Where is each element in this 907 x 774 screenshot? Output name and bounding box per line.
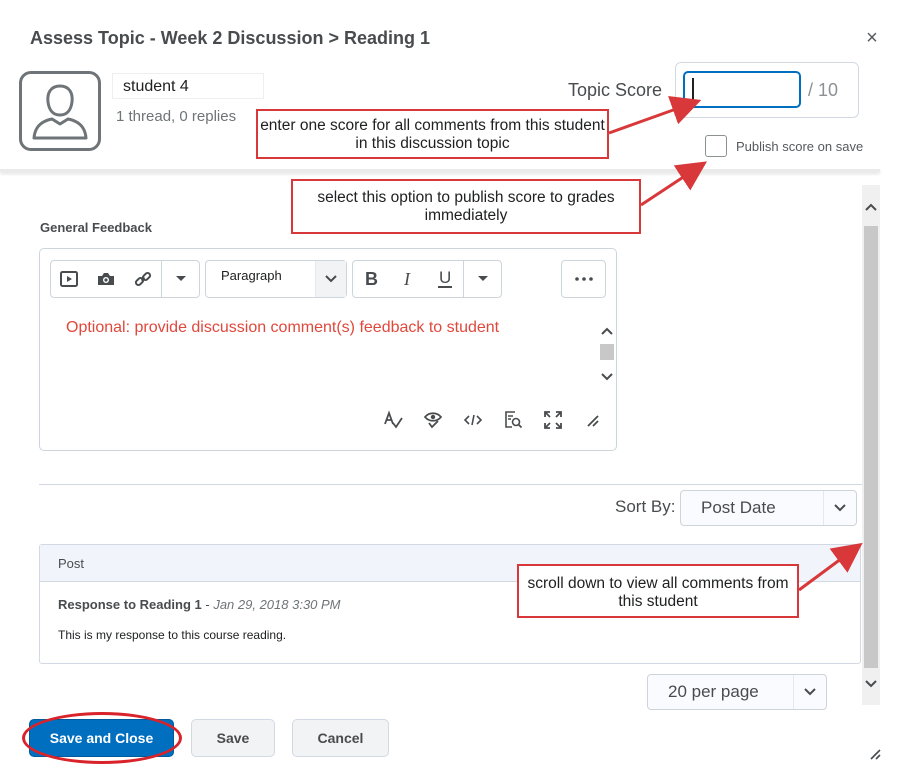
resize-icon[interactable]	[580, 410, 604, 434]
italic-icon[interactable]: I	[390, 261, 427, 297]
sort-by-select[interactable]: Post Date	[680, 490, 857, 526]
text-style-toolbar-group: B I U	[352, 260, 502, 298]
bold-icon[interactable]: B	[353, 261, 390, 297]
insert-toolbar-group	[50, 260, 200, 298]
header-divider	[0, 169, 880, 172]
underline-icon[interactable]: U	[427, 261, 464, 297]
more-insert-dropdown-icon[interactable]	[162, 261, 199, 297]
student-name: student 4	[112, 73, 264, 99]
close-icon[interactable]: ×	[862, 27, 882, 49]
fullscreen-icon[interactable]	[541, 410, 565, 434]
post-column-header: Post	[58, 556, 85, 571]
source-code-icon[interactable]	[461, 410, 485, 434]
svg-text:U: U	[439, 269, 451, 287]
post-title[interactable]: Response to Reading 1	[58, 597, 202, 612]
chevron-down-icon	[315, 261, 346, 297]
accessibility-checker-icon[interactable]	[421, 410, 445, 434]
svg-text:B: B	[365, 270, 378, 288]
dialog-scrollbar-thumb[interactable]	[864, 226, 878, 668]
spellcheck-icon[interactable]	[381, 410, 405, 434]
topic-score-input[interactable]	[683, 71, 801, 108]
paragraph-format-select[interactable]: Paragraph	[205, 260, 347, 298]
scroll-up-icon[interactable]	[862, 198, 880, 216]
dialog-title: Assess Topic - Week 2 Discussion > Readi…	[30, 28, 430, 48]
chevron-down-icon	[793, 675, 826, 709]
sort-by-label: Sort By:	[615, 497, 676, 516]
insert-image-icon[interactable]	[88, 261, 125, 297]
topic-score-out-of: / 10	[808, 80, 839, 100]
more-options-icon[interactable]	[561, 260, 606, 298]
per-page-select[interactable]: 20 per page	[647, 674, 827, 710]
post-title-row[interactable]: Response to Reading 1 - Jan 29, 2018 3:3…	[58, 597, 341, 612]
editor-scrollbar-thumb[interactable]	[600, 344, 614, 360]
topic-score-label: Topic Score	[568, 80, 663, 100]
post-body: This is my response to this course readi…	[58, 628, 287, 642]
per-page-selected: 20 per page	[668, 682, 759, 701]
feedback-placeholder[interactable]: Optional: provide discussion comment(s) …	[66, 318, 566, 337]
text-caret	[692, 78, 694, 100]
dialog-resize-handle-icon[interactable]	[863, 742, 883, 762]
save-button[interactable]: Save	[191, 719, 275, 757]
post-date: Jan 29, 2018 3:30 PM	[213, 597, 341, 612]
format-selected-label: Paragraph	[221, 267, 282, 283]
svg-text:I: I	[403, 270, 411, 288]
user-silhouette-icon	[19, 71, 101, 151]
annotation-highlight-ellipse	[22, 712, 182, 764]
cancel-button[interactable]: Cancel	[292, 719, 389, 757]
insert-link-icon[interactable]	[125, 261, 162, 297]
post-title-separator: -	[201, 597, 214, 612]
more-format-dropdown-icon[interactable]	[464, 261, 501, 297]
publish-score-checkbox[interactable]	[705, 135, 727, 157]
insert-video-icon[interactable]	[51, 261, 88, 297]
scroll-down-icon[interactable]	[862, 674, 880, 692]
annotation-scroll-note: scroll down to view all comments from th…	[517, 564, 799, 618]
chevron-down-icon	[823, 491, 856, 525]
arrow-to-publish-checkbox	[640, 161, 708, 207]
section-divider	[39, 484, 862, 485]
student-activity-count: 1 thread, 0 replies	[116, 108, 237, 125]
sort-by-selected: Post Date	[701, 498, 776, 517]
annotation-score-note: enter one score for all comments from th…	[256, 109, 609, 159]
general-feedback-label: General Feedback	[40, 220, 152, 235]
publish-score-label[interactable]: Publish score on save	[736, 139, 863, 154]
annotation-publish-note: select this option to publish score to g…	[291, 179, 641, 234]
preview-icon[interactable]	[501, 410, 525, 434]
